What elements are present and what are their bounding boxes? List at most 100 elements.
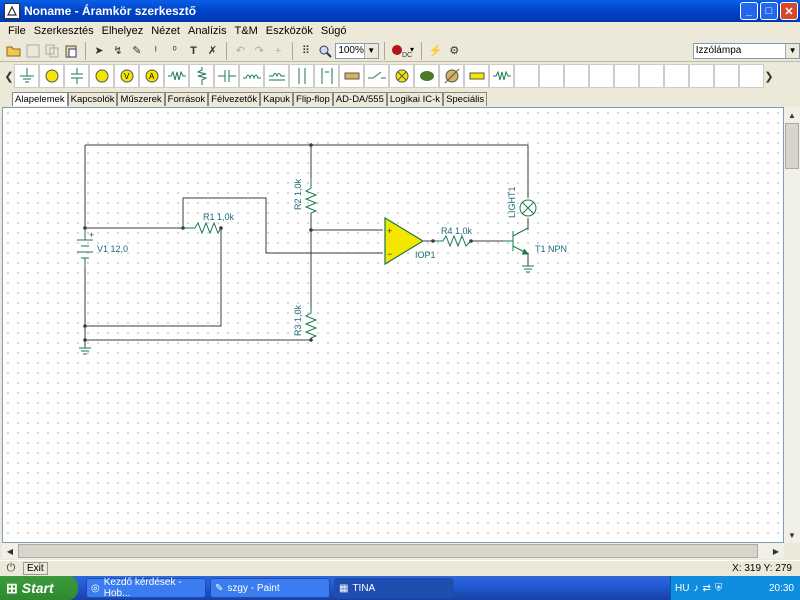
menu-file[interactable]: File — [4, 25, 30, 37]
transformer-icon[interactable] — [264, 64, 289, 88]
resistor-r4[interactable] — [433, 234, 472, 248]
thermistor-icon[interactable] — [489, 64, 514, 88]
start-button[interactable]: ⊞ Start — [0, 576, 78, 600]
capacitor-source-icon[interactable] — [64, 64, 89, 88]
empty-slot[interactable] — [614, 64, 639, 88]
copy-icon[interactable] — [44, 42, 61, 60]
scroll-left-icon[interactable]: ❮ — [4, 67, 14, 85]
tab-basic[interactable]: Alapelemek — [12, 92, 68, 106]
empty-slot[interactable] — [689, 64, 714, 88]
maximize-button[interactable]: □ — [760, 2, 778, 20]
empty-slot[interactable] — [564, 64, 589, 88]
open-folder-icon[interactable] — [6, 42, 23, 60]
coupled-inductor-icon[interactable] — [289, 64, 314, 88]
ground-icon[interactable] — [14, 64, 39, 88]
resistor-r1[interactable] — [183, 221, 222, 235]
tab-meters[interactable]: Műszerek — [117, 92, 165, 106]
scroll-up-icon[interactable]: ▲ — [785, 108, 799, 122]
output-label-icon[interactable]: ⁰ — [166, 42, 183, 60]
taskbar-item-tina[interactable]: ▦ TINA — [334, 578, 454, 598]
scroll-left-icon[interactable]: ◀ — [3, 544, 17, 558]
dc-analysis-icon[interactable]: DC ▾ — [390, 42, 416, 60]
exit-icon[interactable]: ⏻ — [2, 560, 20, 578]
tab-semiconductors[interactable]: Félvezetők — [208, 92, 261, 106]
scroll-right-icon[interactable]: ❯ — [764, 67, 774, 85]
volume-icon[interactable]: ♪ — [693, 583, 698, 594]
voltmeter-icon[interactable]: V — [114, 64, 139, 88]
relay-icon[interactable] — [314, 64, 339, 88]
capacitor-icon[interactable] — [214, 64, 239, 88]
horizontal-scrollbar[interactable]: ◀ ▶ — [2, 543, 784, 559]
r1-loop-wire[interactable] — [85, 228, 222, 327]
close-button[interactable]: ✕ — [780, 2, 798, 20]
motor-icon[interactable] — [414, 64, 439, 88]
scroll-right-icon[interactable]: ▶ — [769, 544, 783, 558]
meter-icon[interactable]: ⚙ — [446, 42, 463, 60]
tab-sources[interactable]: Források — [164, 92, 209, 106]
empty-slot[interactable] — [514, 64, 539, 88]
fuse-icon[interactable] — [339, 64, 364, 88]
empty-slot[interactable] — [639, 64, 664, 88]
exit-button[interactable]: Exit — [23, 562, 48, 575]
network-icon[interactable]: ⇄ — [702, 583, 710, 594]
zoom-select[interactable]: 100% ▼ — [335, 42, 379, 59]
rotate-right-icon[interactable]: ↷ — [251, 42, 268, 60]
language-indicator[interactable]: HU — [675, 583, 689, 594]
menu-help[interactable]: Súgó — [317, 25, 351, 37]
menu-analysis[interactable]: Analízis — [184, 25, 231, 37]
probe-icon[interactable]: ⚡ — [427, 42, 444, 60]
text-icon[interactable]: T — [185, 42, 202, 60]
top-wire[interactable] — [85, 144, 529, 198]
resistor-r2[interactable] — [304, 178, 318, 214]
empty-slot[interactable] — [539, 64, 564, 88]
rotate-left-icon[interactable]: ↶ — [232, 42, 249, 60]
menu-view[interactable]: Nézet — [147, 25, 184, 37]
horizontal-scroll-thumb[interactable] — [18, 544, 758, 558]
empty-slot[interactable] — [714, 64, 739, 88]
menu-tm[interactable]: T&M — [231, 25, 262, 37]
lamp-icon[interactable] — [389, 64, 414, 88]
battery-icon[interactable] — [39, 64, 64, 88]
tab-logic-ic[interactable]: Logikai IC-k — [386, 92, 444, 106]
empty-slot[interactable] — [739, 64, 764, 88]
clock[interactable]: 20:30 — [769, 583, 794, 594]
resistor-icon[interactable] — [164, 64, 189, 88]
varistor-icon[interactable] — [439, 64, 464, 88]
taskbar-item-paint[interactable]: ✎ szgy - Paint — [210, 578, 330, 598]
grid-icon[interactable]: ⠿ — [298, 42, 315, 60]
tab-switches[interactable]: Kapcsolók — [67, 92, 118, 106]
pointer-icon[interactable]: ➤ — [91, 42, 108, 60]
zoom-icon[interactable] — [316, 42, 333, 60]
tab-adda555[interactable]: AD-DA/555 — [332, 92, 387, 106]
tab-flipflop[interactable]: Flip-flop — [293, 92, 333, 106]
lamp-light1[interactable] — [519, 199, 537, 217]
label-icon[interactable]: ✎ — [128, 42, 145, 60]
schematic-canvas[interactable]: + V1 12,0 R1 1,0k R2 1,0k R3 1,0k + − IO… — [2, 107, 784, 543]
delete-icon[interactable]: ✗ — [204, 42, 221, 60]
inductor-icon[interactable] — [239, 64, 264, 88]
switch-icon[interactable] — [364, 64, 389, 88]
empty-slot[interactable] — [589, 64, 614, 88]
menu-place[interactable]: Elhelyez — [98, 25, 148, 37]
scroll-down-icon[interactable]: ▼ — [785, 528, 799, 542]
tab-gates[interactable]: Kapuk — [260, 92, 294, 106]
mirror-icon[interactable]: + — [270, 42, 287, 60]
vertical-scrollbar[interactable]: ▲ ▼ — [784, 107, 800, 543]
potentiometer-icon[interactable] — [189, 64, 214, 88]
paste-icon[interactable] — [63, 42, 80, 60]
wire-icon[interactable]: ↯ — [109, 42, 126, 60]
menu-edit[interactable]: Szerkesztés — [30, 25, 98, 37]
ammeter-icon[interactable]: A — [139, 64, 164, 88]
voltage-source-icon[interactable] — [89, 64, 114, 88]
tab-special[interactable]: Speciális — [443, 92, 488, 106]
save-icon[interactable] — [25, 42, 42, 60]
fuse-yellow-icon[interactable] — [464, 64, 489, 88]
menu-tools[interactable]: Eszközök — [262, 25, 317, 37]
input-label-icon[interactable]: ᴵ — [147, 42, 164, 60]
component-select[interactable]: Izzólámpa ▼ — [692, 42, 800, 59]
transistor-t1[interactable] — [503, 227, 530, 255]
taskbar-item-browser[interactable]: ◎ Kezdő kérdések - Hob... — [86, 577, 206, 599]
resistor-r3[interactable] — [304, 308, 318, 339]
vertical-scroll-thumb[interactable] — [785, 123, 799, 169]
security-icon[interactable]: ⛨ — [715, 583, 723, 594]
